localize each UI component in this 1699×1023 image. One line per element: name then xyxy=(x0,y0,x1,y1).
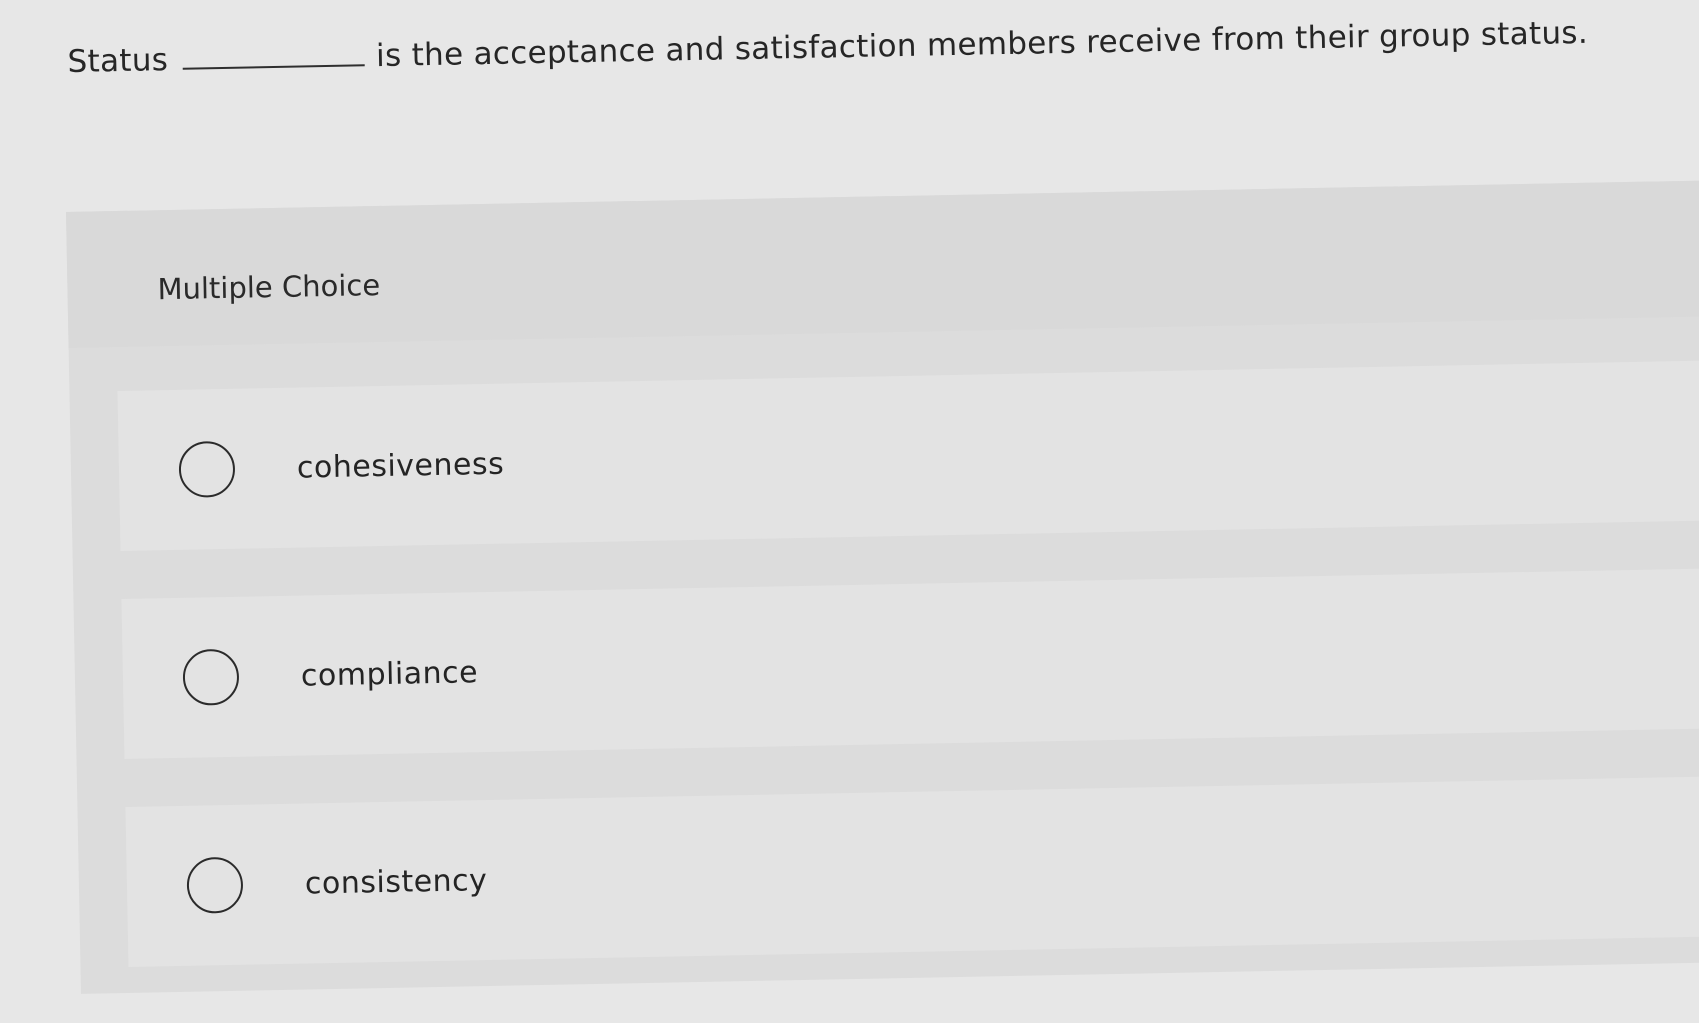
options-list: cohesiveness compliance consistency xyxy=(117,360,1699,1015)
option-label: cohesiveness xyxy=(296,446,505,486)
question-prompt: Status is the acceptance and satisfactio… xyxy=(67,10,1648,84)
radio-button-icon[interactable] xyxy=(178,440,236,498)
option-compliance[interactable]: compliance xyxy=(121,568,1699,759)
multiple-choice-panel: Multiple Choice cohesiveness compliance … xyxy=(66,180,1699,994)
question-prefix: Status xyxy=(67,42,169,81)
option-cohesiveness[interactable]: cohesiveness xyxy=(117,360,1699,552)
radio-button-icon[interactable] xyxy=(186,856,244,914)
radio-button-icon[interactable] xyxy=(182,648,240,706)
answer-blank xyxy=(182,64,365,70)
question-suffix: is the acceptance and satisfaction membe… xyxy=(375,14,1589,75)
option-consistency[interactable]: consistency xyxy=(125,776,1699,967)
section-label: Multiple Choice xyxy=(157,267,381,307)
multiple-choice-header: Multiple Choice xyxy=(66,180,1699,348)
option-label: consistency xyxy=(304,862,488,902)
option-label: compliance xyxy=(300,654,479,694)
